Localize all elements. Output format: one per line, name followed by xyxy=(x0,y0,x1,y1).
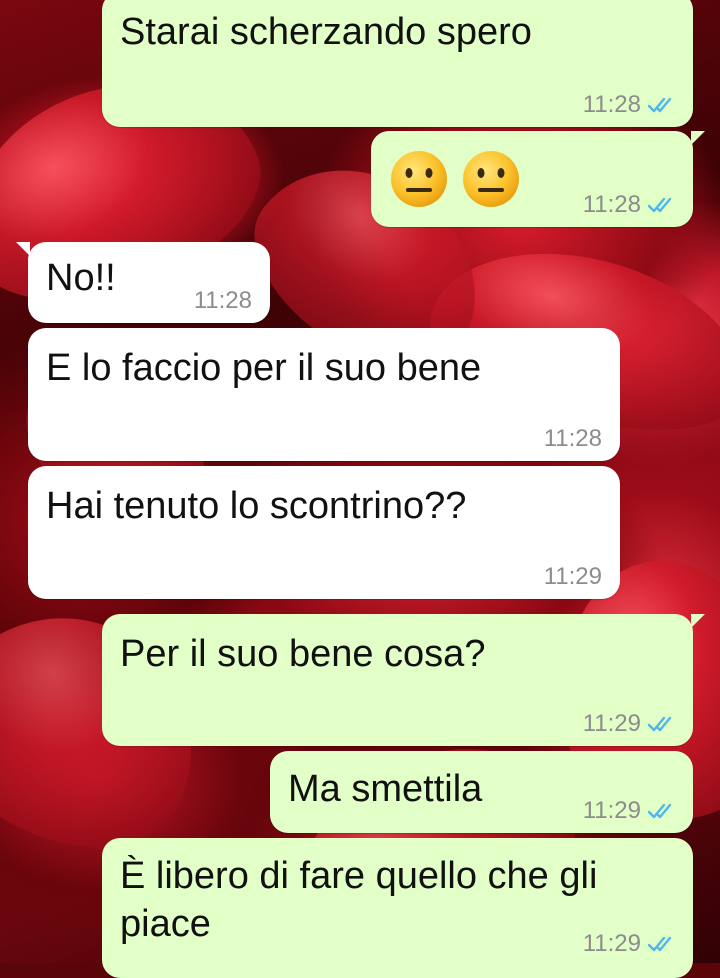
message-text: E lo faccio per il suo bene xyxy=(46,347,482,389)
message-time: 11:29 xyxy=(582,930,641,957)
emoji-row xyxy=(389,149,527,209)
double-check-icon xyxy=(647,715,677,733)
message-meta: 11:28 xyxy=(583,191,677,219)
message-time: 11:28 xyxy=(582,91,641,118)
message-text: Per il suo bene cosa? xyxy=(120,633,486,675)
message-bubble-outgoing[interactable]: Per il suo bene cosa? 11:29 xyxy=(102,614,705,746)
message-text: Hai tenuto lo scontrino?? xyxy=(46,485,467,527)
neutral-face-emoji xyxy=(391,151,447,207)
message-bubble-incoming[interactable]: Hai tenuto lo scontrino?? 11:29 xyxy=(28,466,620,599)
message-meta: 11:28 xyxy=(544,425,602,453)
message-bubble-incoming[interactable]: E lo faccio per il suo bene 11:28 xyxy=(28,328,620,461)
message-time: 11:29 xyxy=(582,797,641,824)
message-meta: 11:28 xyxy=(194,287,252,315)
message-time: 11:28 xyxy=(582,191,641,218)
message-time: 11:29 xyxy=(582,710,641,737)
message-time: 11:28 xyxy=(543,425,602,452)
message-time: 11:28 xyxy=(193,287,252,314)
message-bubble-outgoing[interactable]: Starai scherzando spero 11:28 xyxy=(102,0,693,127)
message-bubble-outgoing[interactable]: Ma smettila 11:29 xyxy=(270,751,693,833)
double-check-icon xyxy=(647,96,677,114)
message-text: Starai scherzando spero xyxy=(120,11,532,53)
message-meta: 11:29 xyxy=(583,930,677,958)
message-time: 11:29 xyxy=(543,563,602,590)
message-meta: 11:28 xyxy=(583,91,677,119)
message-bubble-incoming[interactable]: No!! 11:28 xyxy=(16,242,270,323)
message-meta: 11:29 xyxy=(544,563,602,591)
message-bubble-outgoing[interactable]: È libero di fare quello che gli piace 11… xyxy=(102,838,693,978)
message-bubble-outgoing[interactable]: 11:28 xyxy=(371,131,705,227)
double-check-icon xyxy=(647,935,677,953)
neutral-face-emoji xyxy=(463,151,519,207)
message-meta: 11:29 xyxy=(583,710,677,738)
double-check-icon xyxy=(647,802,677,820)
message-meta: 11:29 xyxy=(583,797,677,825)
double-check-icon xyxy=(647,196,677,214)
